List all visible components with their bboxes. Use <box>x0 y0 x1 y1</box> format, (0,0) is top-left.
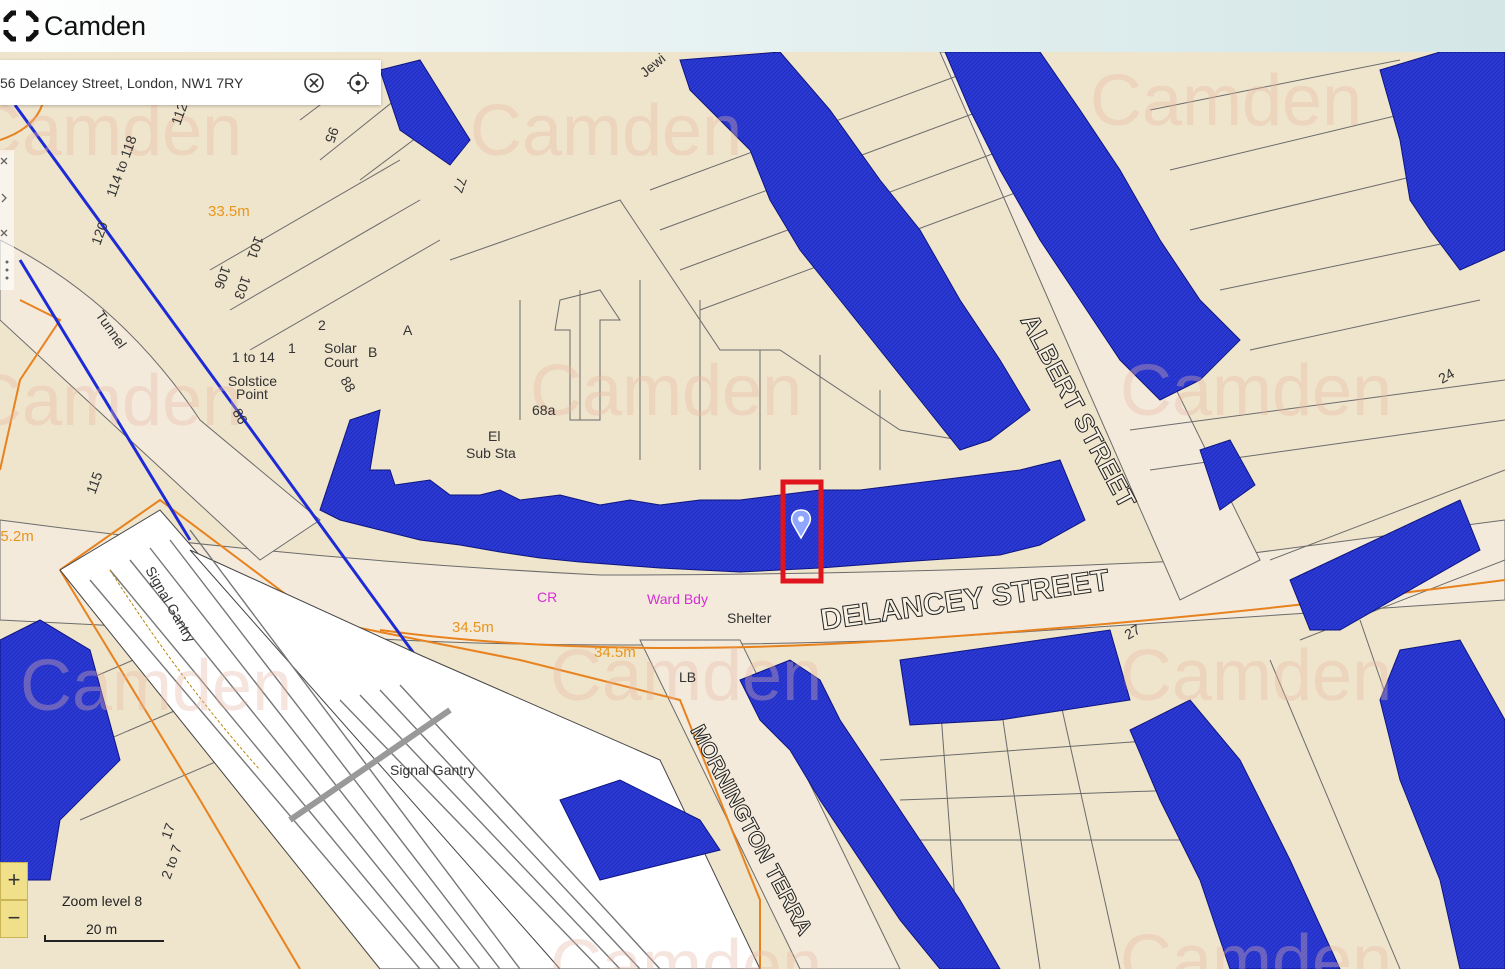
label-a: A <box>403 322 413 338</box>
crosshair-icon <box>347 72 369 94</box>
zoom-controls: + − <box>0 862 28 942</box>
label-el-sub-1: El <box>488 428 500 444</box>
logo-text: Camden <box>44 10 147 41</box>
label-solstice-3: Point <box>236 386 268 402</box>
label-signal-gantry-2: Signal Gantry <box>390 762 475 778</box>
scale-bar <box>44 935 164 942</box>
address-search-input[interactable] <box>0 73 292 92</box>
label-solstice-1: 1 to 14 <box>232 349 275 365</box>
label-el-sub-2: Sub Sta <box>466 445 516 461</box>
app-header: Camden <box>0 0 1505 52</box>
watermark-6: Camden <box>1120 351 1392 431</box>
watermark-10: Camden <box>550 926 822 969</box>
label-1: 1 <box>288 340 296 356</box>
zoom-level-label: Zoom level 8 <box>62 893 143 909</box>
map-svg[interactable]: Camden Camden Camden Camden Camden Camde… <box>0 52 1505 969</box>
label-elev-1: 33.5m <box>208 203 250 220</box>
label-ward-bdy: Ward Bdy <box>647 591 708 607</box>
camden-logo[interactable]: Camden <box>2 9 146 43</box>
watermark-9: Camden <box>1120 636 1392 716</box>
label-elev-4: 35.2m <box>0 528 34 545</box>
label-b: B <box>368 344 377 360</box>
label-solar-court-2: Court <box>324 354 358 370</box>
address-search-bar <box>0 60 381 105</box>
watermark-5: Camden <box>530 351 802 431</box>
label-cr: CR <box>537 589 557 605</box>
map-canvas[interactable]: Camden Camden Camden Camden Camden Camde… <box>0 52 1505 969</box>
watermark-11: Camden <box>1120 921 1392 969</box>
watermark-7: Camden <box>20 646 292 726</box>
watermark-4: Camden <box>0 361 242 441</box>
watermark-3: Camden <box>1090 61 1362 141</box>
watermark-2: Camden <box>470 91 742 171</box>
zoom-in-button[interactable]: + <box>0 862 28 900</box>
locate-me-button[interactable] <box>346 71 370 95</box>
label-shelter: Shelter <box>727 610 772 626</box>
clear-icon <box>304 73 324 93</box>
label-lb: LB <box>679 669 696 685</box>
zoom-out-button[interactable]: − <box>0 900 28 938</box>
side-toolbar <box>0 150 14 290</box>
label-68a: 68a <box>532 402 556 418</box>
camden-logo-icon <box>2 9 40 43</box>
label-elev-2: 34.5m <box>452 619 494 636</box>
label-elev-3: 34.5m <box>594 644 636 661</box>
clear-search-button[interactable] <box>302 71 326 95</box>
label-2: 2 <box>318 317 326 333</box>
